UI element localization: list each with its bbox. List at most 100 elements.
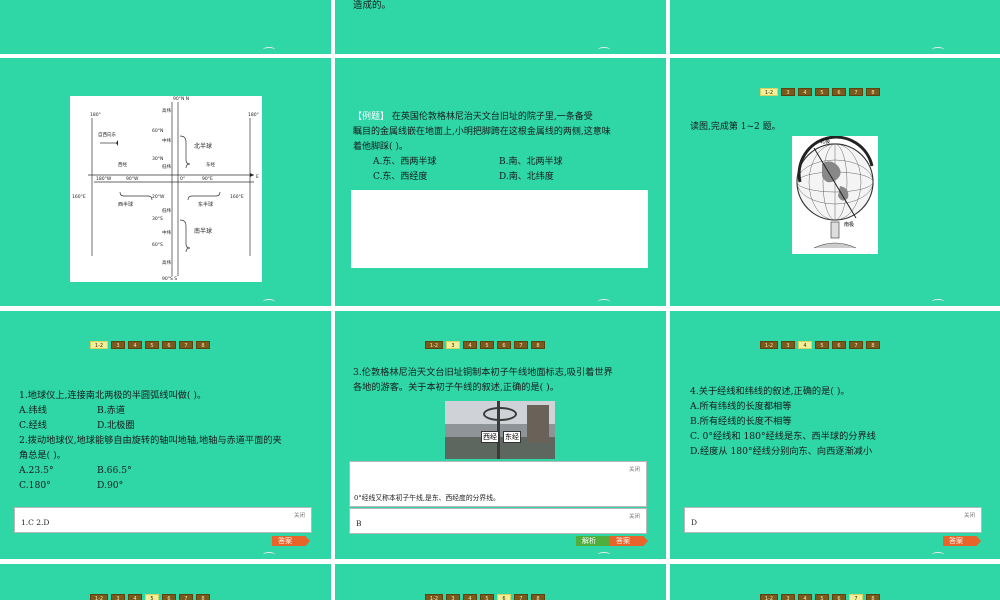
nav-tab-1-2[interactable]: 1-2 [760,594,778,600]
close-button[interactable]: 关闭 [964,511,975,519]
nav-tab-4[interactable]: 4 [798,341,812,349]
option-c: C.东、西经度 [373,172,428,182]
slide-thumb-4[interactable]: 90°N N 60°N 30°N 0° 30°S 60°S 90°S S 180… [0,58,331,306]
nav-tab-7[interactable]: 7 [179,341,193,349]
nav-tab-8[interactable]: 8 [866,341,880,349]
nav-tab-1-2[interactable]: 1-2 [90,594,108,600]
analysis-text: 0°经线又称本初子午线,是东、西经度的分界线。 [354,494,500,502]
nav-tab-3[interactable]: 3 [111,341,125,349]
nav-tab-6[interactable]: 6 [832,341,846,349]
nav-tab-1-2[interactable]: 1-2 [90,341,108,349]
question-nav: 1-2 3 4 5 6 7 8 [425,341,545,349]
slide-thumb-9[interactable]: 1-2 3 4 5 6 7 8 4.关于经线和纬线的叙述,正确的是( )。 A.… [670,311,1000,559]
nav-tab-8[interactable]: 8 [866,88,880,96]
answer-button[interactable]: 答案 [610,536,648,546]
nav-tab-5[interactable]: 5 [145,341,159,349]
nav-tab-4[interactable]: 4 [128,341,142,349]
nav-tab-6[interactable]: 6 [832,594,846,600]
nav-tab-5[interactable]: 5 [815,594,829,600]
nav-tab-5[interactable]: 5 [480,594,494,600]
q1-option-c: C.经线 [19,420,47,431]
nav-tab-8[interactable]: 8 [866,594,880,600]
label-west-hemisphere: 西半球 [118,201,133,208]
option-d: D.南、北纬度 [499,172,554,182]
nav-tab-7[interactable]: 7 [849,341,863,349]
nav-tab-6[interactable]: 6 [497,341,511,349]
nav-tab-1-2[interactable]: 1-2 [760,88,778,96]
nav-tab-8[interactable]: 8 [531,341,545,349]
close-button[interactable]: 关闭 [629,512,640,520]
slide-thumb-1[interactable] [0,0,331,54]
question-2-line-2: 角总是( )。 [19,450,66,461]
question-3-line-2: 各地的游客。关于本初子午线的叙述,正确的是( )。 [353,382,559,393]
answer-text: D [691,518,698,527]
slide-thumb-6[interactable]: 1-2 3 4 5 6 7 8 读图,完成第 1~2 题。 北极 南极 [670,58,1000,306]
nav-tab-5[interactable]: 5 [815,341,829,349]
nav-tab-6[interactable]: 6 [162,341,176,349]
question-4: 4.关于经线和纬线的叙述,正确的是( )。 A.所有纬线的长度都相等 B.所有经… [690,384,876,459]
option-b: B.南、北两半球 [499,157,563,167]
nav-tab-6[interactable]: 6 [497,594,511,600]
slide-thumb-5[interactable]: 【例题】 在英国伦敦格林尼治天文台旧址的院子里,一条备受 瞩目的金属线嵌在地面上… [335,58,666,306]
slide-thumb-12[interactable]: 1-2 3 4 5 6 7 8 [670,564,1000,600]
nav-tab-5[interactable]: 5 [145,594,159,600]
label-60n: 60°N [152,128,163,134]
page-curl-icon [263,552,275,557]
close-button[interactable]: 关闭 [629,465,640,473]
nav-tab-5[interactable]: 5 [815,88,829,96]
nav-tab-8[interactable]: 8 [196,341,210,349]
nav-tab-4[interactable]: 4 [798,88,812,96]
nav-tab-3[interactable]: 3 [111,594,125,600]
label-90e: 90°E [202,176,213,182]
label-e: E [256,174,259,180]
nav-tab-3[interactable]: 3 [781,88,795,96]
label-west-to-east: 自西向东 [98,131,116,138]
nav-tab-7[interactable]: 7 [849,88,863,96]
nav-tab-1-2[interactable]: 1-2 [425,341,443,349]
nav-tab-7[interactable]: 7 [514,594,528,600]
nav-tab-5[interactable]: 5 [480,341,494,349]
nav-tab-1-2[interactable]: 1-2 [425,594,443,600]
nav-tab-3[interactable]: 3 [446,341,460,349]
label-lat-bottom: 90°S S [162,276,177,282]
question-line-2: 瞩目的金属线嵌在地面上,小明把脚跨在这根金属线的两侧,这意味 [353,127,611,137]
label-west-lon: 西经 [118,161,127,168]
sign-west: 西经 [481,431,499,443]
nav-tab-7[interactable]: 7 [849,594,863,600]
answer-button[interactable]: 答案 [272,536,310,546]
nav-tab-3[interactable]: 3 [446,594,460,600]
nav-tab-4[interactable]: 4 [128,594,142,600]
answer-panel: 关闭 B [349,508,647,534]
nav-tab-3[interactable]: 3 [781,341,795,349]
slide-thumb-10[interactable]: 1-2 3 4 5 6 7 8 [0,564,331,600]
close-button[interactable]: 关闭 [294,511,305,519]
lat-lon-diagram: 90°N N 60°N 30°N 0° 30°S 60°S 90°S S 180… [70,96,262,282]
answer-text: 1.C 2.D [21,518,50,527]
option-d: D.经度从 180°经线分别向东、向西逐渐减小 [690,446,873,457]
q1-option-b: B.赤道 [97,405,126,416]
slide-thumb-11[interactable]: 1-2 3 4 5 6 7 8 [335,564,666,600]
slide-thumb-2[interactable]: 造成的。 [335,0,666,54]
nav-tab-1-2[interactable]: 1-2 [760,341,778,349]
label-160e-right: 160°E [230,194,244,200]
nav-tab-7[interactable]: 7 [514,341,528,349]
nav-tab-6[interactable]: 6 [162,594,176,600]
slide-thumb-3[interactable] [670,0,1000,54]
label-20w: 20°W [152,194,165,200]
example-tag: 【例题】 [353,112,390,122]
nav-tab-6[interactable]: 6 [832,88,846,96]
nav-tab-4[interactable]: 4 [463,594,477,600]
nav-tab-3[interactable]: 3 [781,594,795,600]
nav-tab-4[interactable]: 4 [463,341,477,349]
sign-east: 东经 [503,431,521,443]
slide-thumb-7[interactable]: 1-2 3 4 5 6 7 8 1.地球仪上,连接南北两极的半圆弧线叫做( )。… [0,311,331,559]
page-curl-icon [932,47,944,52]
tag-mid-lat-n: 中纬 [162,137,171,144]
nav-tab-8[interactable]: 8 [531,594,545,600]
slide-thumb-8[interactable]: 1-2 3 4 5 6 7 8 3.伦敦格林尼治天文台旧址铜制本初子午线地面标志… [335,311,666,559]
answer-button[interactable]: 答案 [943,536,981,546]
nav-tab-7[interactable]: 7 [179,594,193,600]
tag-mid-lat-s: 中纬 [162,229,171,236]
nav-tab-8[interactable]: 8 [196,594,210,600]
nav-tab-4[interactable]: 4 [798,594,812,600]
